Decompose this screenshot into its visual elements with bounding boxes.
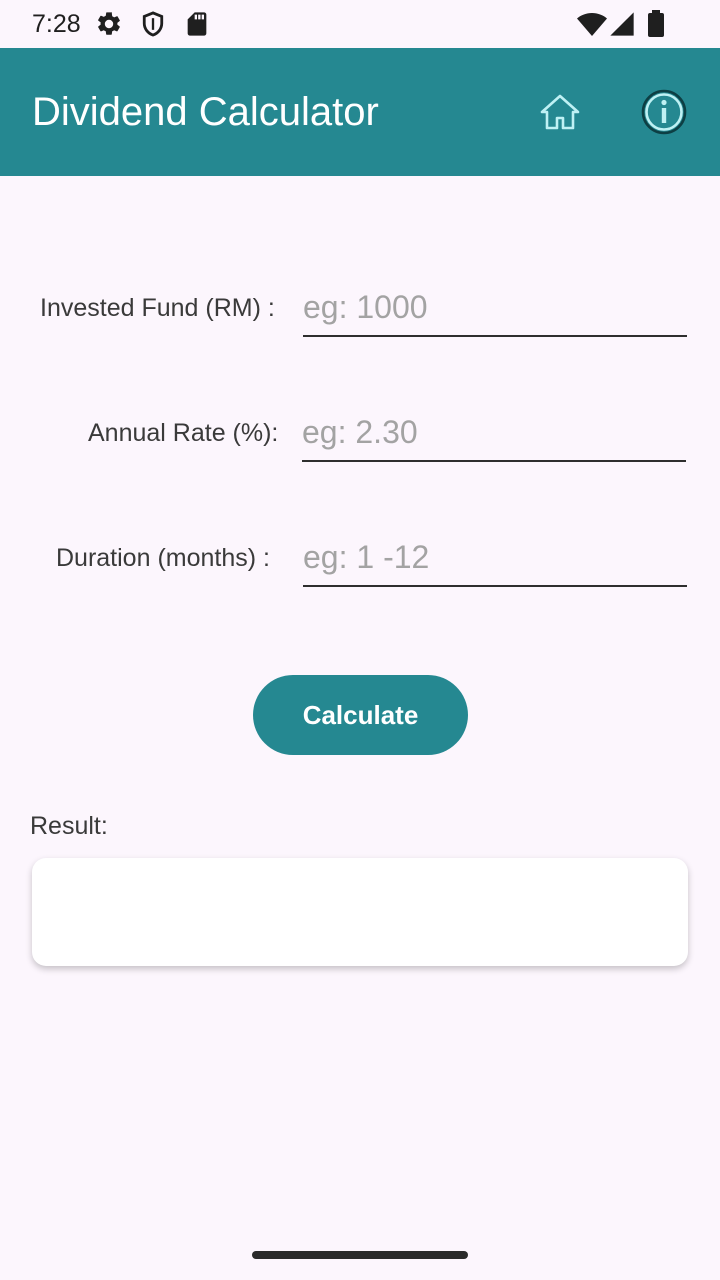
- invested-fund-label: Invested Fund (RM) :: [40, 294, 275, 322]
- annual-rate-input[interactable]: [302, 404, 686, 462]
- result-label: Result:: [30, 812, 108, 840]
- app-bar: Dividend Calculator: [0, 48, 720, 176]
- gesture-nav-handle[interactable]: [252, 1251, 468, 1259]
- cell-signal-icon: [608, 10, 636, 38]
- status-time: 7:28: [32, 10, 81, 38]
- home-button[interactable]: [536, 88, 584, 136]
- sd-card-icon: [183, 10, 211, 38]
- home-icon: [536, 94, 584, 140]
- app-screen: 7:28 Dividend Calculator Invested Fund (…: [0, 0, 720, 1280]
- battery-icon: [644, 10, 668, 38]
- status-bar: 7:28: [0, 0, 720, 48]
- wifi-icon: [576, 10, 608, 38]
- calculate-button[interactable]: Calculate: [253, 675, 468, 755]
- duration-label: Duration (months) :: [56, 544, 270, 572]
- result-box: [32, 858, 688, 966]
- duration-input[interactable]: [303, 529, 687, 587]
- app-title: Dividend Calculator: [32, 90, 379, 134]
- annual-rate-label: Annual Rate (%):: [88, 419, 279, 447]
- info-button[interactable]: [640, 88, 688, 136]
- invested-fund-input[interactable]: [303, 279, 687, 337]
- info-icon: [640, 89, 688, 140]
- gear-icon: [95, 10, 123, 38]
- shield-icon: [139, 10, 167, 38]
